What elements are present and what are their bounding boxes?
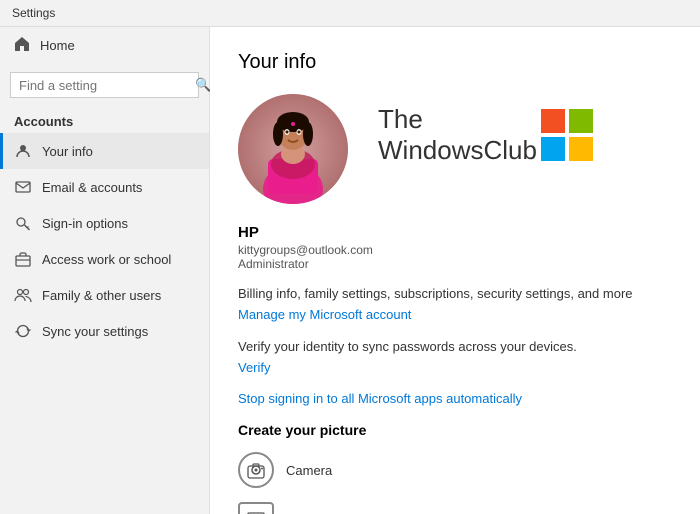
- search-icon: 🔍: [195, 77, 211, 93]
- sidebar-item-label-family: Family & other users: [42, 288, 161, 303]
- verify-text: Verify your identity to sync passwords a…: [238, 338, 672, 356]
- user-role: Administrator: [238, 257, 672, 271]
- sidebar-item-label-your-info: Your info: [42, 144, 93, 159]
- home-label: Home: [40, 38, 75, 53]
- camera-label: Camera: [286, 463, 332, 478]
- manage-account-link[interactable]: Manage my Microsoft account: [238, 307, 672, 322]
- profile-section: The WindowsClub: [238, 94, 672, 204]
- sidebar-item-label-sync: Sync your settings: [42, 324, 148, 339]
- search-input[interactable]: [19, 78, 195, 93]
- content-area: Your info: [210, 27, 700, 514]
- camera-icon-container: [238, 452, 274, 488]
- email-icon: [14, 178, 32, 196]
- avatar: [238, 94, 348, 204]
- sidebar-item-label-email: Email & accounts: [42, 180, 142, 195]
- browse-icon-container: [238, 502, 274, 514]
- search-box[interactable]: 🔍: [10, 72, 199, 98]
- user-name: HP: [238, 224, 672, 241]
- camera-option[interactable]: Camera: [238, 452, 672, 488]
- sidebar-item-email-accounts[interactable]: Email & accounts: [0, 169, 209, 205]
- people-icon: [14, 286, 32, 304]
- brand-text: The WindowsClub: [378, 104, 537, 166]
- sidebar: Home 🔍 Accounts Your info: [0, 27, 210, 514]
- sidebar-item-sign-in[interactable]: Sign-in options: [0, 205, 209, 241]
- verify-link[interactable]: Verify: [238, 360, 672, 375]
- brand-logo: The WindowsClub: [378, 104, 593, 166]
- sidebar-section-title: Accounts: [0, 106, 209, 133]
- sidebar-item-label-work: Access work or school: [42, 252, 171, 267]
- sync-icon: [14, 322, 32, 340]
- sidebar-item-sync[interactable]: Sync your settings: [0, 313, 209, 349]
- sidebar-item-family[interactable]: Family & other users: [0, 277, 209, 313]
- briefcase-icon: [14, 250, 32, 268]
- user-info: HP kittygroups@outlook.com Administrator: [238, 224, 672, 271]
- sidebar-item-access-work[interactable]: Access work or school: [0, 241, 209, 277]
- create-picture-title: Create your picture: [238, 422, 672, 438]
- billing-info-text: Billing info, family settings, subscript…: [238, 285, 672, 303]
- main-container: Home 🔍 Accounts Your info: [0, 27, 700, 514]
- sidebar-item-home[interactable]: Home: [0, 27, 209, 64]
- user-email: kittygroups@outlook.com: [238, 243, 672, 257]
- title-bar-label: Settings: [12, 6, 55, 20]
- key-icon: [14, 214, 32, 232]
- title-bar: Settings: [0, 0, 700, 27]
- sidebar-item-your-info[interactable]: Your info: [0, 133, 209, 169]
- person-icon: [14, 142, 32, 160]
- page-title: Your info: [238, 51, 672, 74]
- browse-option[interactable]: Browse for one: [238, 502, 672, 514]
- stop-signin-link[interactable]: Stop signing in to all Microsoft apps au…: [238, 391, 672, 406]
- home-icon: [14, 36, 30, 55]
- sidebar-item-label-signin: Sign-in options: [42, 216, 128, 231]
